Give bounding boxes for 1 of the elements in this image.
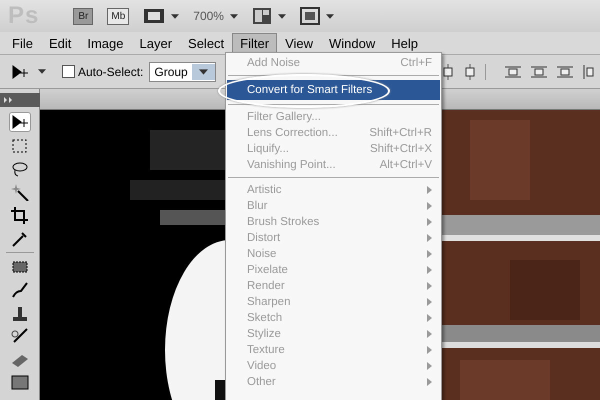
auto-select-label: Auto-Select: <box>78 64 144 78</box>
